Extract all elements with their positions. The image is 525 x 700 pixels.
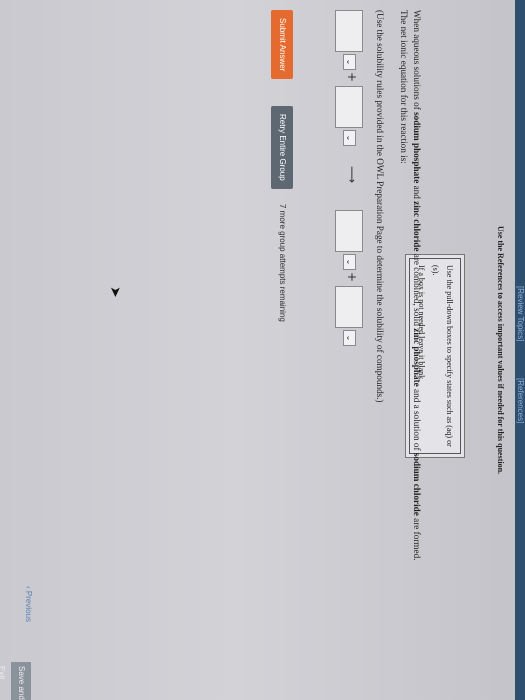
q-text-5: are formed. — [412, 515, 422, 561]
retry-entire-group-button[interactable]: Retry Entire Group — [271, 106, 293, 189]
net-ionic-equation: ⌄ + ⌄ ⟶ ⌄ + ⌄ — [333, 10, 363, 530]
top-bar: [Review Topics] [References] — [515, 0, 525, 700]
product-2-input[interactable] — [335, 286, 363, 328]
submit-answer-button[interactable]: Submit Answer — [271, 10, 293, 80]
plus-sign-2: + — [345, 272, 359, 283]
q-bold-sodium-phosphate: sodium phosphate — [412, 112, 422, 184]
reactant-1-state-select[interactable]: ⌄ — [343, 54, 356, 70]
reaction-arrow: ⟶ — [345, 166, 359, 184]
previous-link[interactable]: ‹ Previous — [24, 586, 33, 622]
question-line-2: The net ionic equation for this reaction… — [399, 10, 409, 164]
q-bold-zinc-chloride: zinc chloride — [412, 201, 422, 252]
save-and-exit-button[interactable]: Save and Exit — [0, 662, 31, 700]
question-page: [Review Topics] [References] Use the Ref… — [0, 0, 525, 700]
previous-label: Previous — [24, 590, 33, 623]
product-2-state-select[interactable]: ⌄ — [343, 330, 356, 346]
attempts-remaining-text: 7 more group attempts remaining — [278, 204, 287, 322]
question-text: When aqueous solutions of sodium phospha… — [397, 10, 423, 570]
mouse-cursor-icon: ➤ — [107, 286, 122, 298]
q-text-3: are combined, solid — [412, 251, 422, 329]
solubility-note: (Use the solubility rules provided in th… — [375, 10, 385, 403]
chevron-left-icon: ‹ — [24, 586, 33, 589]
product-1-input[interactable] — [335, 210, 363, 252]
reactant-2-input[interactable] — [335, 86, 363, 128]
q-bold-zinc-phosphate: zinc phosphate — [412, 328, 422, 387]
reactant-2-state-select[interactable]: ⌄ — [343, 130, 356, 146]
photo-frame: [Review Topics] [References] Use the Ref… — [0, 0, 525, 700]
plus-sign-1: + — [345, 72, 359, 83]
action-bar: Submit Answer Retry Entire Group 7 more … — [263, 10, 293, 510]
review-topics-link[interactable]: [Review Topics] — [515, 286, 525, 341]
question-line-1: When aqueous solutions of sodium phospha… — [410, 10, 423, 570]
hint-line-1: Use the pull-down boxes to specify state… — [431, 265, 454, 447]
references-note: Use the References to access important v… — [496, 225, 505, 475]
product-1-state-select[interactable]: ⌄ — [343, 254, 356, 270]
reactant-1-input[interactable] — [335, 10, 363, 52]
q-bold-sodium-chloride: sodium chloride — [412, 452, 422, 516]
references-link[interactable]: [References] — [515, 378, 525, 423]
q-text-2: and — [412, 183, 422, 202]
q-text-1: When aqueous solutions of — [412, 10, 422, 113]
q-text-4: and a solution of — [412, 386, 422, 453]
